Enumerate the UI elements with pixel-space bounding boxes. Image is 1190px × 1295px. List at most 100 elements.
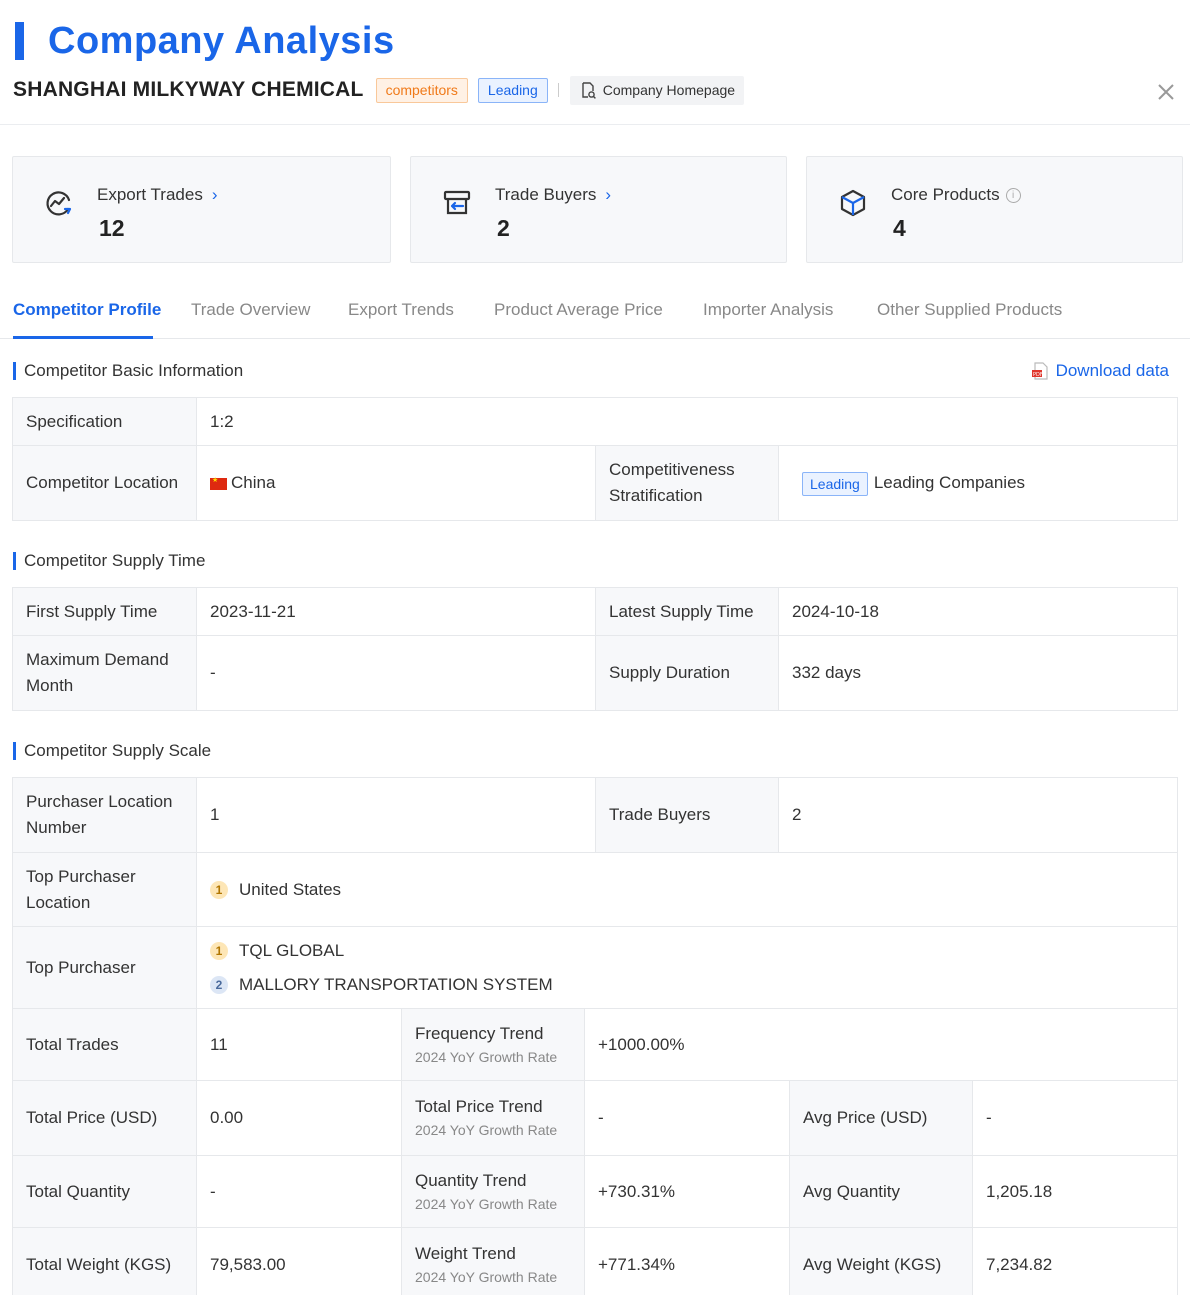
rank-badge: 1 [210, 942, 228, 961]
location-cell: China [196, 445, 596, 521]
divider [557, 83, 559, 97]
company-row: SHANGHAI MILKYWAY CHEMICAL competitors L… [13, 75, 745, 105]
title-accent-bar [15, 22, 24, 60]
core-products-label: Core Products [891, 185, 1000, 204]
basic-info-table: Specification 1:2 Competitor Location Ch… [12, 397, 1179, 521]
avg-weight-label: Avg Weight (KGS) [789, 1227, 973, 1295]
total-weight-label: Total Weight (KGS) [12, 1227, 197, 1295]
table-row: Purchaser Location Number 1 Trade Buyers… [12, 777, 1178, 853]
page-title-row: Company Analysis [15, 20, 395, 62]
total-weight-value: 79,583.00 [196, 1227, 402, 1295]
svg-text:PDF: PDF [1033, 372, 1043, 378]
trade-buyers-row-value: 2 [778, 777, 1178, 853]
section-title-supply-time-text: Competitor Supply Time [24, 551, 206, 570]
rank-badge: 2 [210, 976, 228, 995]
info-icon[interactable]: i [1005, 187, 1021, 203]
top-location-value: United States [239, 879, 342, 899]
table-row: Competitor Location China Competitivenes… [12, 445, 1179, 521]
tab-trade-overview[interactable]: Trade Overview [191, 300, 310, 320]
frequency-trend-cell: Frequency Trend 2024 YoY Growth Rate [401, 1008, 585, 1081]
supply-scale-table-metrics: Total Trades 11 Frequency Trend 2024 YoY … [12, 1008, 1179, 1295]
strat-cell: Leading Leading Companies [777, 445, 1179, 521]
total-price-value: 0.00 [196, 1080, 402, 1156]
download-data-label: Download data [1055, 361, 1169, 380]
table-row: Specification 1:2 [12, 397, 1179, 446]
spec-value: 1:2 [195, 397, 1179, 446]
rank-badge: 1 [210, 881, 228, 900]
section-title-basic: Competitor Basic Information [13, 361, 243, 381]
company-homepage-button[interactable]: Company Homepage [569, 75, 745, 105]
company-homepage-label: Company Homepage [602, 82, 736, 98]
tab-product-average-price[interactable]: Product Average Price [494, 300, 663, 320]
export-trades-value: 12 [99, 215, 125, 241]
chart-refresh-icon [46, 191, 72, 216]
price-trend-cell: Total Price Trend 2024 YoY Growth Rate [401, 1080, 585, 1156]
weight-trend-label: Weight Trend [415, 1243, 516, 1263]
purchaser-location-value: 1 [196, 777, 596, 853]
document-link-icon [582, 82, 596, 99]
growth-caption: 2024 YoY Growth Rate [415, 1268, 558, 1285]
supply-time-table: First Supply Time 2023-11-21 Latest Supp… [12, 587, 1178, 711]
latest-supply-label: Latest Supply Time [595, 587, 779, 636]
purchaser-name: TQL GLOBAL [239, 940, 345, 960]
purchaser-location-label: Purchaser Location Number [12, 777, 197, 853]
tab-other-supplied-products[interactable]: Other Supplied Products [877, 300, 1062, 320]
supply-scale-table-top: Purchaser Location Number 1 Trade Buyers… [12, 777, 1178, 1009]
table-row: Total Weight (KGS) 79,583.00 Weight Tren… [12, 1227, 1179, 1295]
purchaser-name: MALLORY TRANSPORTATION SYSTEM [239, 974, 553, 994]
quantity-trend-cell: Quantity Trend 2024 YoY Growth Rate [401, 1155, 585, 1228]
top-location-label: Top Purchaser Location [12, 852, 197, 927]
quantity-trend-label: Quantity Trend [415, 1170, 527, 1190]
trade-buyers-label: Trade Buyers [495, 185, 597, 204]
trade-buyers-card[interactable]: Trade Buyers › 2 [410, 156, 787, 263]
price-trend-value: - [584, 1080, 790, 1156]
tab-competitor-profile[interactable]: Competitor Profile [13, 300, 161, 320]
core-products-value: 4 [893, 215, 906, 241]
active-tab-indicator [13, 336, 153, 339]
chevron-right-icon: › [605, 185, 612, 204]
pdf-file-icon: PDF [1031, 362, 1048, 380]
spec-label: Specification [12, 397, 197, 446]
section-title-supply-scale-text: Competitor Supply Scale [24, 741, 212, 760]
table-row: Top Purchaser Location 1 United States [12, 852, 1178, 927]
avg-price-value: - [971, 1080, 1179, 1156]
company-name: SHANGHAI MILKYWAY CHEMICAL [13, 78, 364, 101]
chevron-right-icon: › [211, 185, 218, 204]
tab-bar: Competitor Profile Trade Overview Export… [0, 290, 1190, 339]
first-supply-value: 2023-11-21 [196, 587, 596, 636]
trade-buyers-value: 2 [497, 215, 510, 241]
table-row: Maximum Demand Month - Supply Duration 3… [12, 635, 1178, 711]
total-trades-label: Total Trades [12, 1008, 197, 1081]
leading-tag: Leading [477, 77, 548, 103]
table-row: Total Quantity - Quantity Trend 2024 YoY … [12, 1155, 1179, 1228]
cube-icon [840, 189, 866, 217]
avg-weight-value: 7,234.82 [971, 1227, 1179, 1295]
total-price-label: Total Price (USD) [12, 1080, 197, 1156]
table-row: Top Purchaser 1 TQL GLOBAL 2 MALLORY TRANS… [12, 926, 1178, 1009]
strat-label: Competitiveness Stratification [595, 445, 779, 521]
first-supply-label: First Supply Time [12, 587, 197, 636]
location-label: Competitor Location [12, 445, 197, 521]
table-row: Total Price (USD) 0.00 Total Price Trend… [12, 1080, 1179, 1156]
growth-caption: 2024 YoY Growth Rate [415, 1195, 558, 1212]
table-row: Total Trades 11 Frequency Trend 2024 YoY … [12, 1008, 1179, 1081]
strat-value: Leading Companies [873, 473, 1026, 492]
page-title: Company Analysis [48, 19, 395, 62]
competitors-tag: competitors [375, 77, 468, 103]
core-products-card: Core Products i 4 [806, 156, 1183, 263]
top-purchaser-label: Top Purchaser [12, 926, 197, 1009]
top-purchaser-cell: 1 TQL GLOBAL 2 MALLORY TRANSPORTATION SYST… [196, 926, 1178, 1009]
frequency-trend-value: +1000.00% [583, 1008, 1179, 1081]
tab-export-trends[interactable]: Export Trends [348, 300, 454, 320]
header-divider [0, 124, 1190, 125]
price-trend-label: Total Price Trend [415, 1097, 543, 1116]
tab-importer-analysis[interactable]: Importer Analysis [703, 300, 833, 320]
list-item: 1 TQL GLOBAL [210, 934, 1164, 968]
supply-duration-label: Supply Duration [595, 635, 779, 711]
export-trades-card[interactable]: Export Trades › 12 [12, 156, 391, 263]
total-quantity-value: - [196, 1155, 402, 1228]
download-data-button[interactable]: PDF Download data [1030, 361, 1169, 381]
avg-price-label: Avg Price (USD) [789, 1080, 973, 1156]
latest-supply-value: 2024-10-18 [778, 587, 1178, 636]
close-icon[interactable] [1154, 80, 1178, 104]
